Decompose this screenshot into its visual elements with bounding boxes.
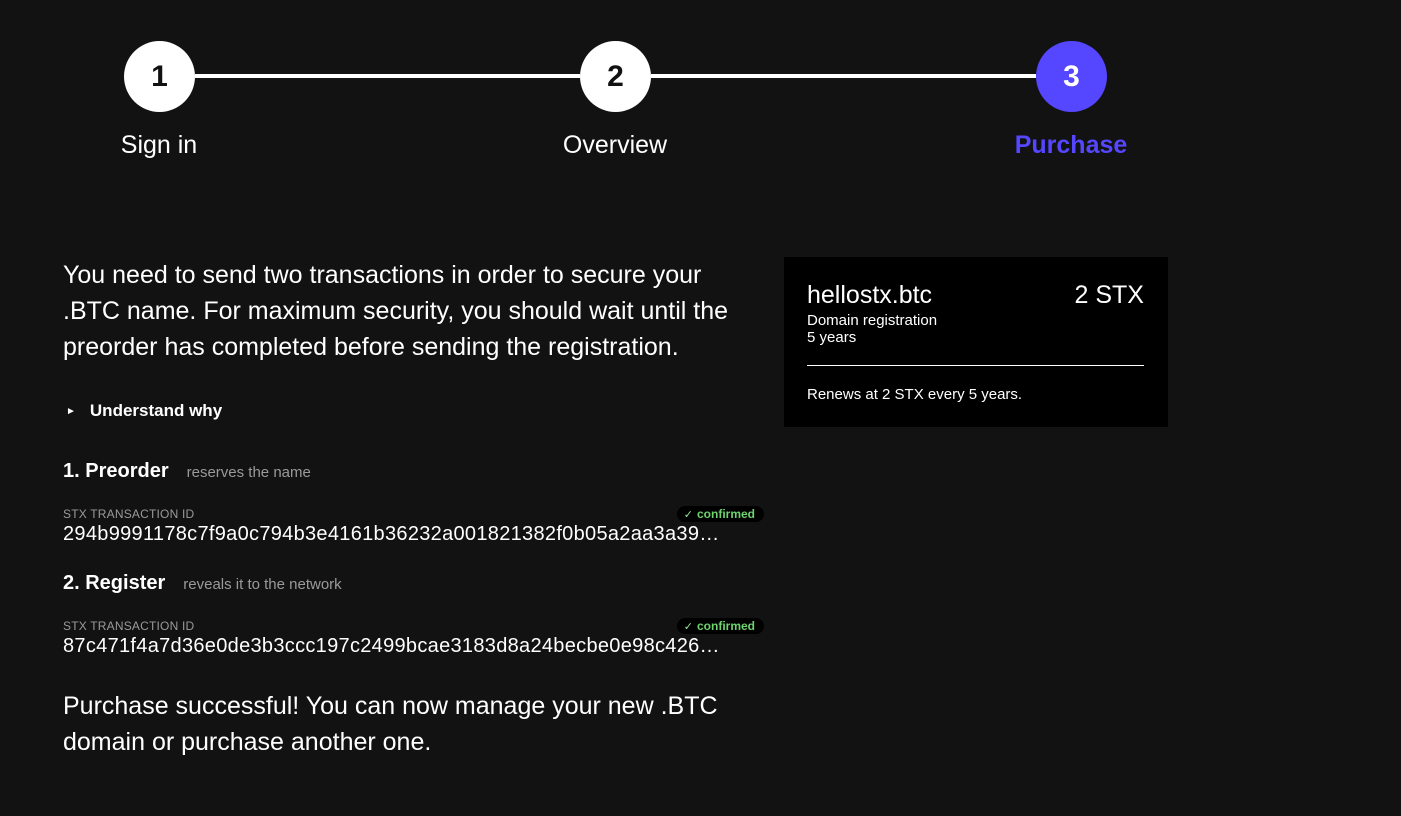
register-status-text: confirmed bbox=[696, 619, 755, 633]
register-title: 2. Register bbox=[63, 572, 166, 594]
registration-type: Domain registration bbox=[807, 312, 938, 329]
success-message: Purchase successful! You can now manage … bbox=[63, 692, 718, 756]
register-id-label: STX TRANSACTION ID bbox=[63, 619, 195, 633]
step-3-circle: 3 bbox=[1036, 41, 1107, 112]
preorder-heading: 1. Preorder reserves the name bbox=[63, 460, 311, 483]
domain-name: hellostx.btc bbox=[807, 281, 933, 309]
understand-why-label: Understand why bbox=[89, 401, 223, 420]
check-icon: ✓ bbox=[683, 620, 693, 633]
step-1-circle[interactable]: 1 bbox=[124, 41, 195, 112]
domain-price: 2 STX bbox=[1074, 281, 1144, 309]
purchase-page: 1 2 3 Sign in Overview Purchase You need… bbox=[0, 0, 1401, 816]
register-subtitle: reveals it to the network bbox=[183, 576, 342, 593]
preorder-transaction: STX TRANSACTION ID 294b9991178c7f9a0c794… bbox=[63, 506, 764, 546]
disclosure-triangle-icon: ► bbox=[66, 405, 76, 417]
step-connector-2 bbox=[651, 74, 1036, 78]
registration-duration: 5 years bbox=[807, 329, 857, 346]
register-status-badge: ✓ confirmed bbox=[676, 618, 764, 634]
order-summary-card: hellostx.btc 2 STX Domain registration 5… bbox=[784, 257, 1168, 427]
progress-stepper: 1 2 3 Sign in Overview Purchase bbox=[0, 0, 1401, 180]
card-divider bbox=[807, 365, 1144, 366]
domain-details: Domain registration 5 years bbox=[807, 312, 937, 346]
renewal-note: Renews at 2 STX every 5 years. bbox=[807, 386, 1023, 403]
step-2-label[interactable]: Overview bbox=[515, 131, 715, 160]
step-connector-1 bbox=[195, 74, 580, 78]
preorder-id-label: STX TRANSACTION ID bbox=[63, 507, 195, 521]
register-tx-id[interactable]: 87c471f4a7d36e0de3b3ccc197c2499bcae3183d… bbox=[63, 634, 760, 658]
intro-text: You need to send two transactions in ord… bbox=[63, 261, 729, 361]
register-transaction: STX TRANSACTION ID 87c471f4a7d36e0de3b3c… bbox=[63, 618, 764, 658]
step-2-circle[interactable]: 2 bbox=[580, 41, 651, 112]
preorder-status-text: confirmed bbox=[696, 507, 755, 521]
preorder-title: 1. Preorder bbox=[63, 460, 169, 482]
preorder-subtitle: reserves the name bbox=[186, 464, 311, 481]
register-heading: 2. Register reveals it to the network bbox=[63, 572, 342, 595]
preorder-status-badge: ✓ confirmed bbox=[676, 506, 764, 522]
understand-why-toggle[interactable]: ► Understand why bbox=[63, 401, 222, 421]
step-3-label: Purchase bbox=[1014, 131, 1128, 159]
check-icon: ✓ bbox=[683, 508, 693, 521]
step-1-label[interactable]: Sign in bbox=[59, 131, 259, 160]
preorder-tx-id[interactable]: 294b9991178c7f9a0c794b3e4161b36232a00182… bbox=[63, 522, 760, 546]
